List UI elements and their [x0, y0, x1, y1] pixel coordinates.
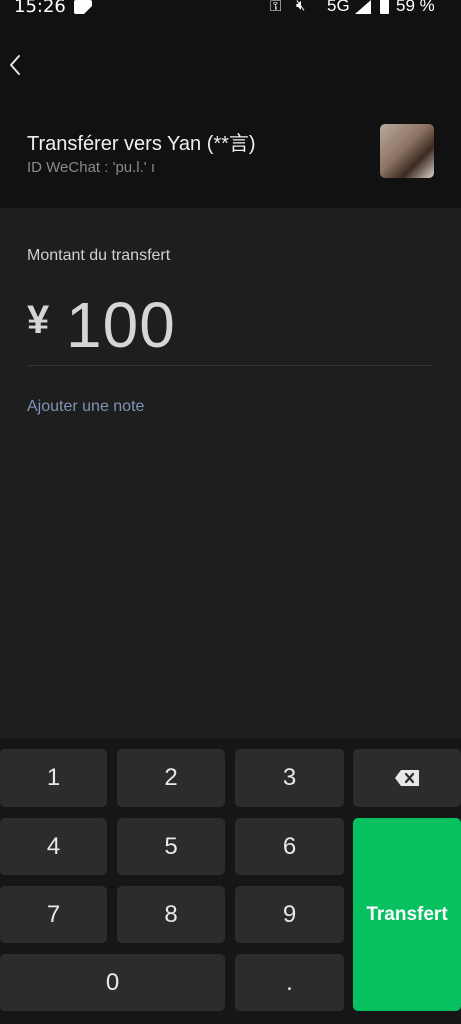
- avatar[interactable]: [380, 124, 434, 178]
- battery-icon: [380, 0, 389, 14]
- notification-icon: [74, 0, 92, 14]
- amount-label: Montant du transfert: [27, 247, 171, 264]
- numeric-keypad: 1 2 3 4 5 6 7 8 9 0 . Transfert: [0, 738, 461, 1024]
- amount-input[interactable]: 100: [66, 288, 176, 362]
- signal-icon: [355, 0, 371, 14]
- key-0[interactable]: 0: [0, 954, 225, 1011]
- amount-divider: [27, 365, 433, 366]
- key-1[interactable]: 1: [0, 749, 107, 807]
- key-3[interactable]: 3: [235, 749, 344, 807]
- status-bar: 15:26 ⚿ 🔇︎ 5G 59 %: [0, 0, 461, 22]
- transfer-button[interactable]: Transfert: [353, 818, 461, 1011]
- currency-symbol: ¥: [27, 298, 50, 342]
- key-5[interactable]: 5: [117, 818, 225, 875]
- key-decimal[interactable]: .: [235, 954, 344, 1011]
- mute-icon: 🔇︎: [296, 0, 306, 14]
- key-7[interactable]: 7: [0, 886, 107, 943]
- battery-label: 59 %: [396, 0, 435, 15]
- backspace-icon: [395, 770, 419, 786]
- key-2[interactable]: 2: [117, 749, 225, 807]
- recipient-title: Transférer vers Yan (**言): [27, 133, 256, 155]
- chevron-left-icon: [10, 55, 20, 75]
- backspace-button[interactable]: [353, 749, 461, 807]
- wechat-id: ID WeChat : 'pu.l.' ı: [27, 159, 155, 176]
- key-8[interactable]: 8: [117, 886, 225, 943]
- app-screen: 15:26 ⚿ 🔇︎ 5G 59 % Transférer vers Yan (…: [0, 0, 461, 1024]
- vpn-key-icon: ⚿: [270, 0, 282, 15]
- status-time: 15:26: [14, 0, 66, 17]
- add-note-link[interactable]: Ajouter une note: [27, 398, 144, 416]
- key-6[interactable]: 6: [235, 818, 344, 875]
- key-4[interactable]: 4: [0, 818, 107, 875]
- back-button[interactable]: [2, 48, 32, 82]
- key-9[interactable]: 9: [235, 886, 344, 943]
- recipient-header: Transférer vers Yan (**言) ID WeChat : 'p…: [0, 22, 461, 208]
- transfer-card: Montant du transfert ¥ 100 Ajouter une n…: [0, 208, 461, 738]
- network-label: 5G: [327, 0, 350, 15]
